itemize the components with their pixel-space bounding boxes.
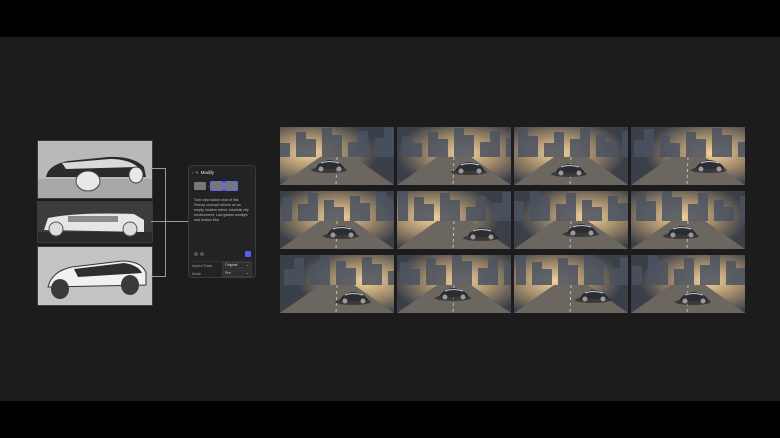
thumbnail-rear[interactable]: [224, 181, 239, 191]
reference-bracket-connector: [151, 168, 166, 277]
settings-icon[interactable]: [200, 252, 204, 256]
car-rear-sketch-image: [38, 247, 152, 305]
street-render-image: [514, 255, 628, 313]
street-render-image: [631, 191, 745, 249]
result-image[interactable]: [280, 127, 394, 185]
result-image[interactable]: [631, 127, 745, 185]
panel-header: ‹ ✎ Modify ◌: [192, 169, 252, 176]
result-image[interactable]: [514, 127, 628, 185]
thumbnail-front[interactable]: [194, 182, 206, 190]
chevron-down-icon: ⌄: [245, 271, 249, 275]
reference-to-panel-connector: [151, 221, 188, 222]
street-render-image: [280, 255, 394, 313]
street-render-image: [514, 191, 628, 249]
street-render-image: [397, 127, 511, 185]
prompt-text[interactable]: Turn view action shot of this Frenzy con…: [194, 198, 250, 223]
street-render-image: [514, 127, 628, 185]
mode-select[interactable]: Pro ⌄: [222, 270, 252, 277]
reference-thumbnails: ›: [194, 181, 239, 191]
result-image[interactable]: [280, 191, 394, 249]
result-image[interactable]: [514, 191, 628, 249]
result-image[interactable]: [280, 255, 394, 313]
reference-image-side[interactable]: [37, 201, 153, 243]
result-image[interactable]: [514, 255, 628, 313]
prompt-tools: [194, 252, 204, 256]
result-image[interactable]: [631, 255, 745, 313]
chevron-down-icon: ⌄: [245, 263, 249, 267]
reference-image-front[interactable]: [37, 140, 153, 199]
thumbnail-side[interactable]: [210, 181, 225, 191]
street-render-image: [280, 127, 394, 185]
back-chevron-icon[interactable]: ‹: [192, 170, 193, 175]
mode-label: Mode: [192, 271, 201, 276]
arrow-icon: ›: [208, 183, 210, 189]
aspect-ratio-value: Original: [225, 263, 238, 267]
mode-row: Mode Pro ⌄: [192, 270, 252, 277]
modify-icon: ✎: [195, 170, 199, 175]
aspect-ratio-select[interactable]: Original ⌄: [222, 262, 252, 269]
reference-image-rear[interactable]: [37, 246, 153, 306]
result-image[interactable]: [397, 255, 511, 313]
panel-title: Modify: [200, 170, 214, 175]
street-render-image: [397, 191, 511, 249]
street-render-image: [280, 191, 394, 249]
more-options-icon[interactable]: ◌: [250, 170, 252, 175]
result-image[interactable]: [631, 191, 745, 249]
attach-icon[interactable]: [194, 252, 198, 256]
street-render-image: [631, 255, 745, 313]
send-button[interactable]: [245, 251, 251, 257]
result-image[interactable]: [397, 127, 511, 185]
mode-value: Pro: [225, 271, 231, 275]
car-side-sketch-image: [38, 202, 152, 242]
modify-panel: ‹ ✎ Modify ◌ › Turn view action shot of …: [188, 165, 256, 278]
street-render-image: [397, 255, 511, 313]
aspect-ratio-row: Aspect Ratio Original ⌄: [192, 262, 252, 269]
result-image[interactable]: [397, 191, 511, 249]
car-front-sketch-image: [38, 141, 152, 198]
street-render-image: [631, 127, 745, 185]
results-grid: [280, 127, 745, 313]
aspect-ratio-label: Aspect Ratio: [192, 263, 213, 268]
